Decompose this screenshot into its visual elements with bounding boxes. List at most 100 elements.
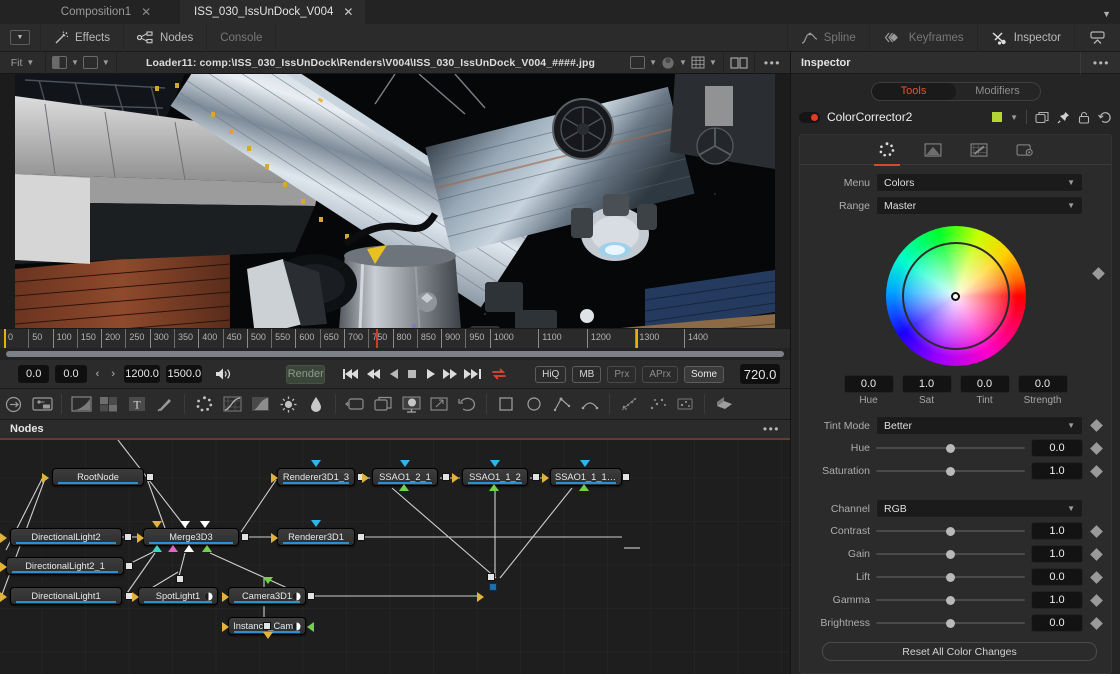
node-connector[interactable] bbox=[184, 545, 194, 552]
node-connector[interactable] bbox=[132, 592, 139, 602]
node-connector[interactable] bbox=[0, 562, 7, 572]
node-connector[interactable] bbox=[42, 473, 49, 483]
keyframe-button[interactable] bbox=[1090, 442, 1103, 455]
node-connector[interactable] bbox=[176, 575, 184, 583]
tab-image-controls[interactable] bbox=[920, 139, 946, 161]
reset-history-icon[interactable] bbox=[1098, 111, 1112, 124]
param-value-field[interactable]: 1.0 bbox=[902, 375, 952, 393]
keyframe-button[interactable] bbox=[1090, 419, 1103, 432]
start-frame-field[interactable]: 0.0 bbox=[18, 365, 49, 383]
node-connector[interactable] bbox=[400, 460, 410, 467]
grid-overlay-icon[interactable] bbox=[691, 56, 705, 69]
jump-to-start-button[interactable] bbox=[343, 368, 360, 380]
chevron-down-icon[interactable]: ▼ bbox=[1102, 9, 1120, 24]
chevron-down-icon[interactable]: ▼ bbox=[709, 58, 717, 67]
channel-dropdown[interactable]: RGB ▼ bbox=[876, 499, 1083, 518]
tab-composition1[interactable]: Composition1 ✕ bbox=[30, 0, 180, 24]
fit-zoom-dropdown[interactable]: Fit ▼ bbox=[0, 52, 46, 74]
node-connector[interactable] bbox=[271, 533, 278, 543]
node-connector[interactable] bbox=[452, 473, 459, 483]
node-connector[interactable] bbox=[152, 521, 162, 528]
console-button[interactable]: Console bbox=[207, 24, 276, 52]
node-connector[interactable] bbox=[222, 592, 229, 602]
particle-emitter-icon[interactable] bbox=[615, 388, 643, 420]
stop-button[interactable] bbox=[406, 368, 418, 380]
node-connector[interactable] bbox=[152, 545, 162, 552]
node-connector[interactable] bbox=[357, 533, 365, 541]
keyframe-button[interactable] bbox=[1090, 525, 1103, 538]
slider-value-field[interactable]: 1.0 bbox=[1031, 591, 1083, 609]
reset-all-color-changes-button[interactable]: Reset All Color Changes bbox=[822, 642, 1097, 661]
node-connector[interactable] bbox=[271, 473, 278, 483]
slider-track-wrap[interactable] bbox=[876, 546, 1025, 562]
node-connector[interactable] bbox=[622, 473, 630, 481]
copy-settings-icon[interactable] bbox=[1035, 111, 1049, 124]
playhead-marker[interactable] bbox=[376, 329, 378, 348]
slider-track-wrap[interactable] bbox=[876, 592, 1025, 608]
blur-icon[interactable] bbox=[95, 388, 123, 420]
loop-toggle-icon[interactable] bbox=[491, 367, 507, 381]
audio-speaker-icon[interactable] bbox=[214, 367, 232, 381]
3d-shape-icon[interactable] bbox=[710, 388, 738, 420]
graph-node[interactable]: DirectionalLight2_1 bbox=[6, 557, 124, 575]
keyframe-button[interactable] bbox=[1090, 617, 1103, 630]
tab-mask-controls[interactable] bbox=[966, 139, 992, 161]
particle-spawn-icon[interactable] bbox=[643, 388, 671, 420]
chevron-down-icon[interactable]: ▼ bbox=[1010, 113, 1018, 122]
chevron-down-icon[interactable]: ▼ bbox=[102, 58, 110, 67]
viewer-more-options[interactable]: ••• bbox=[755, 56, 790, 70]
effects-button[interactable]: Effects bbox=[40, 24, 124, 52]
color-wheel-handle[interactable] bbox=[951, 292, 960, 301]
node-connector[interactable] bbox=[307, 622, 314, 632]
text-tool-icon[interactable]: T bbox=[123, 388, 151, 420]
play-reverse-button[interactable] bbox=[388, 368, 400, 380]
chevron-down-icon[interactable]: ▼ bbox=[71, 58, 79, 67]
out-frame-field[interactable]: 1200.0 bbox=[124, 365, 160, 383]
slider-track-wrap[interactable] bbox=[876, 463, 1025, 479]
graph-node[interactable]: Renderer3D1 bbox=[277, 528, 355, 546]
hiq-toggle[interactable]: HiQ bbox=[535, 366, 566, 383]
param-value-field[interactable]: 0.0 bbox=[1018, 375, 1068, 393]
node-connector[interactable] bbox=[542, 473, 549, 483]
graph-node[interactable]: SpotLight1 bbox=[138, 587, 218, 605]
node-connector[interactable] bbox=[202, 545, 212, 552]
graph-node[interactable]: Merge3D3 bbox=[143, 528, 239, 546]
tab-color-controls[interactable] bbox=[874, 139, 900, 161]
node-connector[interactable] bbox=[307, 592, 315, 600]
viewer-region-icon[interactable] bbox=[630, 56, 645, 69]
slider-handle[interactable] bbox=[946, 467, 955, 476]
render-button[interactable]: Render bbox=[286, 365, 325, 384]
viewer-canvas[interactable] bbox=[0, 74, 790, 328]
collapse-panel-button[interactable] bbox=[1074, 24, 1120, 52]
step-back-button[interactable] bbox=[366, 368, 382, 380]
graph-node[interactable]: Renderer3D1_3 bbox=[277, 468, 355, 486]
node-connector[interactable] bbox=[442, 473, 450, 481]
merge-icon[interactable] bbox=[369, 388, 397, 420]
node-connector[interactable] bbox=[489, 484, 499, 491]
node-connector[interactable] bbox=[399, 484, 409, 491]
close-icon[interactable]: ✕ bbox=[141, 6, 151, 18]
view-layout-icon[interactable] bbox=[83, 56, 98, 69]
node-connector[interactable] bbox=[124, 533, 132, 541]
inspector-more[interactable]: ••• bbox=[1080, 52, 1110, 74]
pin-icon[interactable] bbox=[1057, 111, 1070, 124]
play-button[interactable] bbox=[424, 368, 436, 380]
background-gradient-icon[interactable] bbox=[67, 388, 95, 420]
node-visibility-icon[interactable] bbox=[292, 592, 301, 601]
node-connector[interactable] bbox=[490, 460, 500, 467]
graph-node[interactable]: Camera3D1 bbox=[228, 587, 306, 605]
keyframe-button[interactable] bbox=[1090, 465, 1103, 478]
range-in-marker[interactable] bbox=[4, 329, 6, 348]
node-connector[interactable] bbox=[263, 622, 271, 630]
node-connector[interactable] bbox=[489, 583, 497, 591]
keyframe-button[interactable] bbox=[1090, 548, 1103, 561]
keyframe-button[interactable] bbox=[1090, 571, 1103, 584]
node-graph-canvas[interactable]: RootNodeDirectionalLight2DirectionalLigh… bbox=[0, 440, 790, 674]
node-connector[interactable] bbox=[487, 573, 495, 581]
node-connector[interactable] bbox=[0, 592, 7, 602]
node-connector[interactable] bbox=[0, 533, 7, 543]
chevron-down-icon[interactable]: ▼ bbox=[649, 58, 657, 67]
node-visibility-icon[interactable] bbox=[292, 622, 301, 631]
resize-icon[interactable] bbox=[425, 388, 453, 420]
split-view-icon[interactable] bbox=[52, 56, 67, 69]
